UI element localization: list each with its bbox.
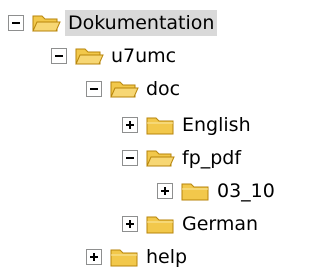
- folder-icon: [146, 216, 174, 234]
- collapse-toggle-icon[interactable]: [51, 48, 67, 64]
- tree-node-label: German: [182, 213, 259, 235]
- tree-node-label: help: [146, 246, 188, 268]
- folder-open-icon: [146, 150, 175, 167]
- collapse-toggle-icon[interactable]: [8, 15, 24, 31]
- tree-node-doc[interactable]: doc: [86, 72, 183, 106]
- folder-open-icon: [110, 81, 139, 98]
- tree-node-dokumentation[interactable]: Dokumentation: [8, 6, 218, 40]
- tree-node-u7umc[interactable]: u7umc: [51, 39, 179, 73]
- expand-toggle-icon[interactable]: [122, 117, 138, 133]
- expand-toggle-icon[interactable]: [86, 249, 102, 265]
- tree-node-label: English: [182, 114, 251, 136]
- tree-node-help[interactable]: help: [86, 240, 190, 274]
- tree-node-label: fp_pdf: [182, 147, 242, 169]
- tree-node-03-10[interactable]: 03_10: [157, 174, 278, 208]
- expand-toggle-icon[interactable]: [157, 183, 173, 199]
- folder-icon: [181, 183, 209, 201]
- folder-icon: [110, 249, 138, 267]
- tree-node-label: Dokumentation: [65, 10, 218, 36]
- tree-node-fp-pdf[interactable]: fp_pdf: [122, 141, 244, 175]
- tree-node-label: doc: [146, 78, 181, 100]
- tree-node-german[interactable]: German: [122, 207, 261, 241]
- tree-node-english[interactable]: English: [122, 108, 254, 142]
- folder-open-icon: [75, 48, 104, 65]
- folder-tree: Dokumentation u7umc doc English fp_pdf 0…: [0, 0, 297, 272]
- collapse-toggle-icon[interactable]: [86, 81, 102, 97]
- collapse-toggle-icon[interactable]: [122, 150, 138, 166]
- folder-open-icon: [32, 15, 61, 32]
- folder-icon: [146, 117, 174, 135]
- tree-node-label: u7umc: [111, 45, 177, 67]
- expand-toggle-icon[interactable]: [122, 216, 138, 232]
- tree-node-label: 03_10: [217, 180, 275, 202]
